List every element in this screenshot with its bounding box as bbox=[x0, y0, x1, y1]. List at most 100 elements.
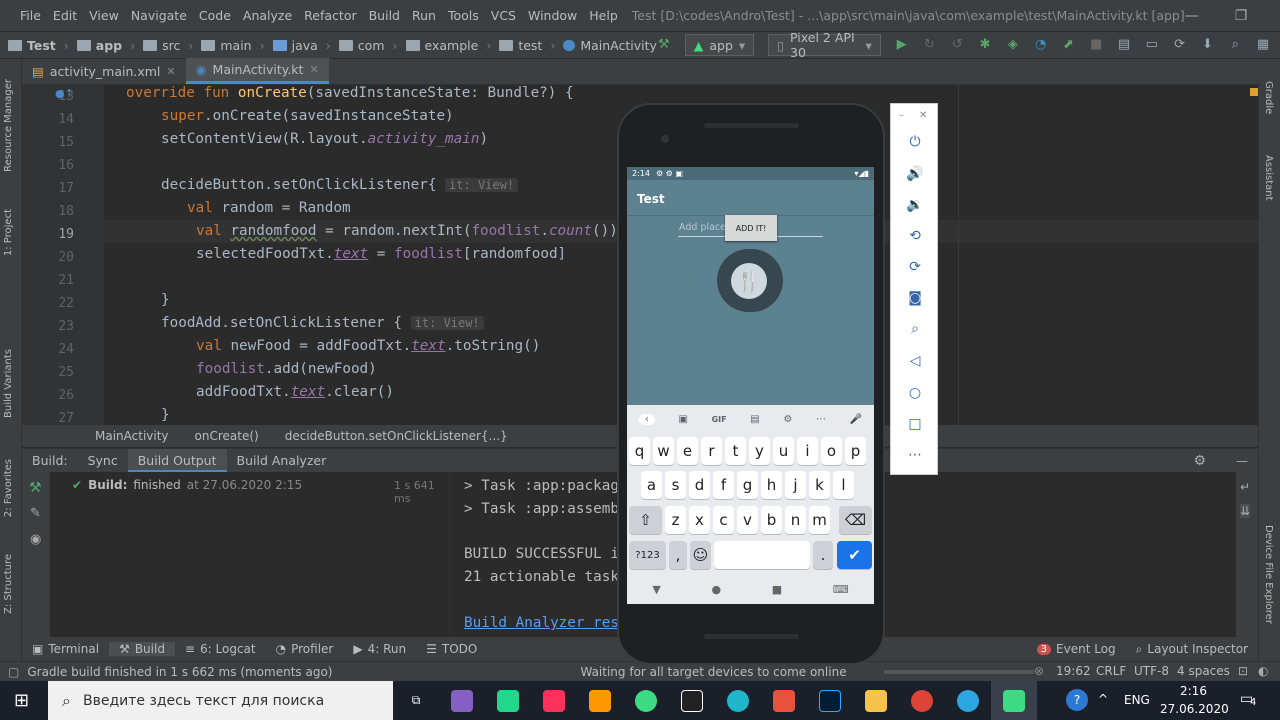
stop-icon[interactable]: ■ bbox=[1089, 37, 1103, 53]
more-options-icon[interactable]: ⋯ bbox=[905, 447, 925, 467]
menu-help[interactable]: Help bbox=[583, 8, 624, 23]
key-w[interactable]: w bbox=[653, 437, 674, 465]
minimize-icon[interactable]: – bbox=[899, 110, 904, 121]
breadcrumb-test[interactable]: Test › bbox=[8, 38, 69, 53]
event-log-button[interactable]: 3 Event Log bbox=[1027, 642, 1126, 656]
hammer-icon[interactable]: ⚒ bbox=[29, 480, 42, 496]
menu-vcs[interactable]: VCS bbox=[485, 8, 522, 23]
photoshop-icon[interactable] bbox=[807, 681, 853, 720]
gradle-tab[interactable]: Gradle bbox=[1263, 81, 1274, 114]
menu-code[interactable]: Code bbox=[193, 8, 237, 23]
telegram-icon[interactable] bbox=[945, 681, 991, 720]
build-analyzer-link[interactable]: Build Analyzer res bbox=[464, 615, 619, 631]
structure-tab[interactable]: Z: Structure bbox=[3, 554, 14, 614]
task-view-icon[interactable]: ⧉ bbox=[393, 681, 439, 720]
attach-debugger-icon[interactable]: ⬈ bbox=[1062, 37, 1076, 53]
avd-manager-icon[interactable]: ▭ bbox=[1145, 37, 1159, 53]
assistant-tab[interactable]: Assistant bbox=[1263, 155, 1274, 201]
gif-button[interactable]: GIF bbox=[712, 415, 727, 424]
key-v[interactable]: v bbox=[737, 506, 758, 534]
menu-file[interactable]: File bbox=[14, 8, 47, 23]
keyboard-switch-icon[interactable]: ⌨ bbox=[833, 583, 849, 596]
menu-window[interactable]: Window bbox=[522, 8, 583, 23]
settings-gear-icon[interactable]: ⚙ bbox=[1193, 453, 1206, 469]
menu-run[interactable]: Run bbox=[406, 8, 442, 23]
restore-icon[interactable]: ❐ bbox=[1235, 8, 1248, 24]
android-studio-active-icon[interactable] bbox=[991, 681, 1037, 720]
back-icon[interactable]: ◁ bbox=[905, 353, 925, 373]
profiler-button[interactable]: ◔ Profiler bbox=[266, 642, 344, 656]
key-r[interactable]: r bbox=[701, 437, 722, 465]
key-a[interactable]: a bbox=[641, 471, 662, 499]
key-g[interactable]: g bbox=[737, 471, 758, 499]
key-i[interactable]: i bbox=[797, 437, 818, 465]
file-encoding[interactable]: UTF-8 bbox=[1134, 664, 1169, 678]
debug-icon[interactable]: ✱ bbox=[978, 37, 992, 53]
scroll-end-icon[interactable]: ⇊ bbox=[1240, 504, 1251, 518]
hide-panel-icon[interactable]: — bbox=[1236, 454, 1248, 468]
clock-time[interactable]: 2:16 bbox=[1180, 684, 1207, 698]
menu-navigate[interactable]: Navigate bbox=[125, 8, 193, 23]
resource-manager-tab[interactable]: Resource Manager bbox=[3, 79, 14, 172]
inspector-status-icon[interactable]: ◐ bbox=[1258, 664, 1268, 678]
pycharm-icon[interactable] bbox=[485, 681, 531, 720]
pin-icon[interactable]: ✎ bbox=[30, 506, 41, 521]
close-tab-icon[interactable]: ✕ bbox=[166, 65, 175, 78]
caret-position[interactable]: 19:62 bbox=[1056, 664, 1091, 678]
nav-home-icon[interactable]: ● bbox=[711, 583, 721, 596]
menu-build[interactable]: Build bbox=[363, 8, 406, 23]
intellij-icon[interactable] bbox=[531, 681, 577, 720]
app-icon[interactable] bbox=[761, 681, 807, 720]
key-h[interactable]: h bbox=[761, 471, 782, 499]
device-file-explorer-tab[interactable]: Device File Explorer bbox=[1263, 525, 1274, 624]
symbols-key[interactable]: ?123 bbox=[629, 541, 666, 569]
key-b[interactable]: b bbox=[761, 506, 782, 534]
emulator-screen[interactable]: 2:14 ⚙ ⚙ ▣ ▾◢▮ Test Add place or food AD… bbox=[627, 167, 874, 604]
cancel-icon[interactable]: ⊗ bbox=[1034, 664, 1044, 678]
key-s[interactable]: s bbox=[665, 471, 686, 499]
menu-edit[interactable]: Edit bbox=[47, 8, 83, 23]
key-c[interactable]: c bbox=[713, 506, 734, 534]
key-t[interactable]: t bbox=[725, 437, 746, 465]
taskbar-search[interactable]: ⌕ Введите здесь текст для поиска bbox=[48, 681, 393, 720]
overview-icon[interactable]: □ bbox=[905, 416, 925, 436]
build-variants-tab[interactable]: Build Variants bbox=[3, 349, 14, 418]
power-icon[interactable]: ⏻ bbox=[905, 134, 925, 154]
sync-icon[interactable]: ⟳ bbox=[1173, 37, 1187, 53]
file-explorer-icon[interactable] bbox=[853, 681, 899, 720]
sdk-manager-icon[interactable]: ⬇ bbox=[1201, 37, 1215, 53]
tab-activity-main-xml[interactable]: ▤ activity_main.xml ✕ bbox=[22, 58, 186, 84]
warning-indicator[interactable] bbox=[1250, 88, 1258, 96]
app-icon[interactable] bbox=[715, 681, 761, 720]
key-j[interactable]: j bbox=[785, 471, 806, 499]
key-y[interactable]: y bbox=[749, 437, 770, 465]
volume-up-icon[interactable]: 🔊 bbox=[905, 166, 925, 186]
sublime-icon[interactable] bbox=[577, 681, 623, 720]
status-toggle-icon[interactable]: ▢ bbox=[8, 665, 19, 679]
comma-key[interactable]: , bbox=[669, 541, 687, 569]
key-d[interactable]: d bbox=[689, 471, 710, 499]
breadcrumb-mainactivity[interactable]: MainActivity bbox=[563, 38, 657, 53]
breadcrumb-class[interactable]: MainActivity bbox=[95, 429, 169, 443]
hammer-icon[interactable]: ⚒ bbox=[657, 37, 671, 53]
shift-key[interactable]: ⇧ bbox=[629, 506, 662, 534]
status-message[interactable]: Gradle build finished in 1 s 662 ms (mom… bbox=[27, 665, 332, 679]
key-x[interactable]: x bbox=[689, 506, 710, 534]
build-status-row[interactable]: ✔ Build: finished at 27.06.2020 2:15 bbox=[72, 478, 302, 492]
screenshot-icon[interactable]: ◙ bbox=[905, 290, 925, 310]
project-tab[interactable]: 1: Project bbox=[3, 209, 14, 256]
key-u[interactable]: u bbox=[773, 437, 794, 465]
coverage-icon[interactable]: ◈ bbox=[1006, 37, 1020, 53]
menu-tools[interactable]: Tools bbox=[442, 8, 485, 23]
key-q[interactable]: q bbox=[629, 437, 650, 465]
help-icon[interactable]: ? bbox=[1066, 689, 1088, 711]
indent-setting[interactable]: 4 spaces bbox=[1177, 664, 1230, 678]
android-studio-taskbar-icon[interactable] bbox=[623, 681, 669, 720]
breadcrumb-main[interactable]: main › bbox=[201, 38, 265, 53]
key-o[interactable]: o bbox=[821, 437, 842, 465]
profile-icon[interactable]: ◔ bbox=[1034, 37, 1048, 53]
period-key[interactable]: . bbox=[813, 541, 833, 569]
key-m[interactable]: m bbox=[809, 506, 830, 534]
run-button[interactable]: ▶ 4: Run bbox=[343, 642, 416, 656]
wrap-icon[interactable]: ↵ bbox=[1240, 480, 1250, 494]
